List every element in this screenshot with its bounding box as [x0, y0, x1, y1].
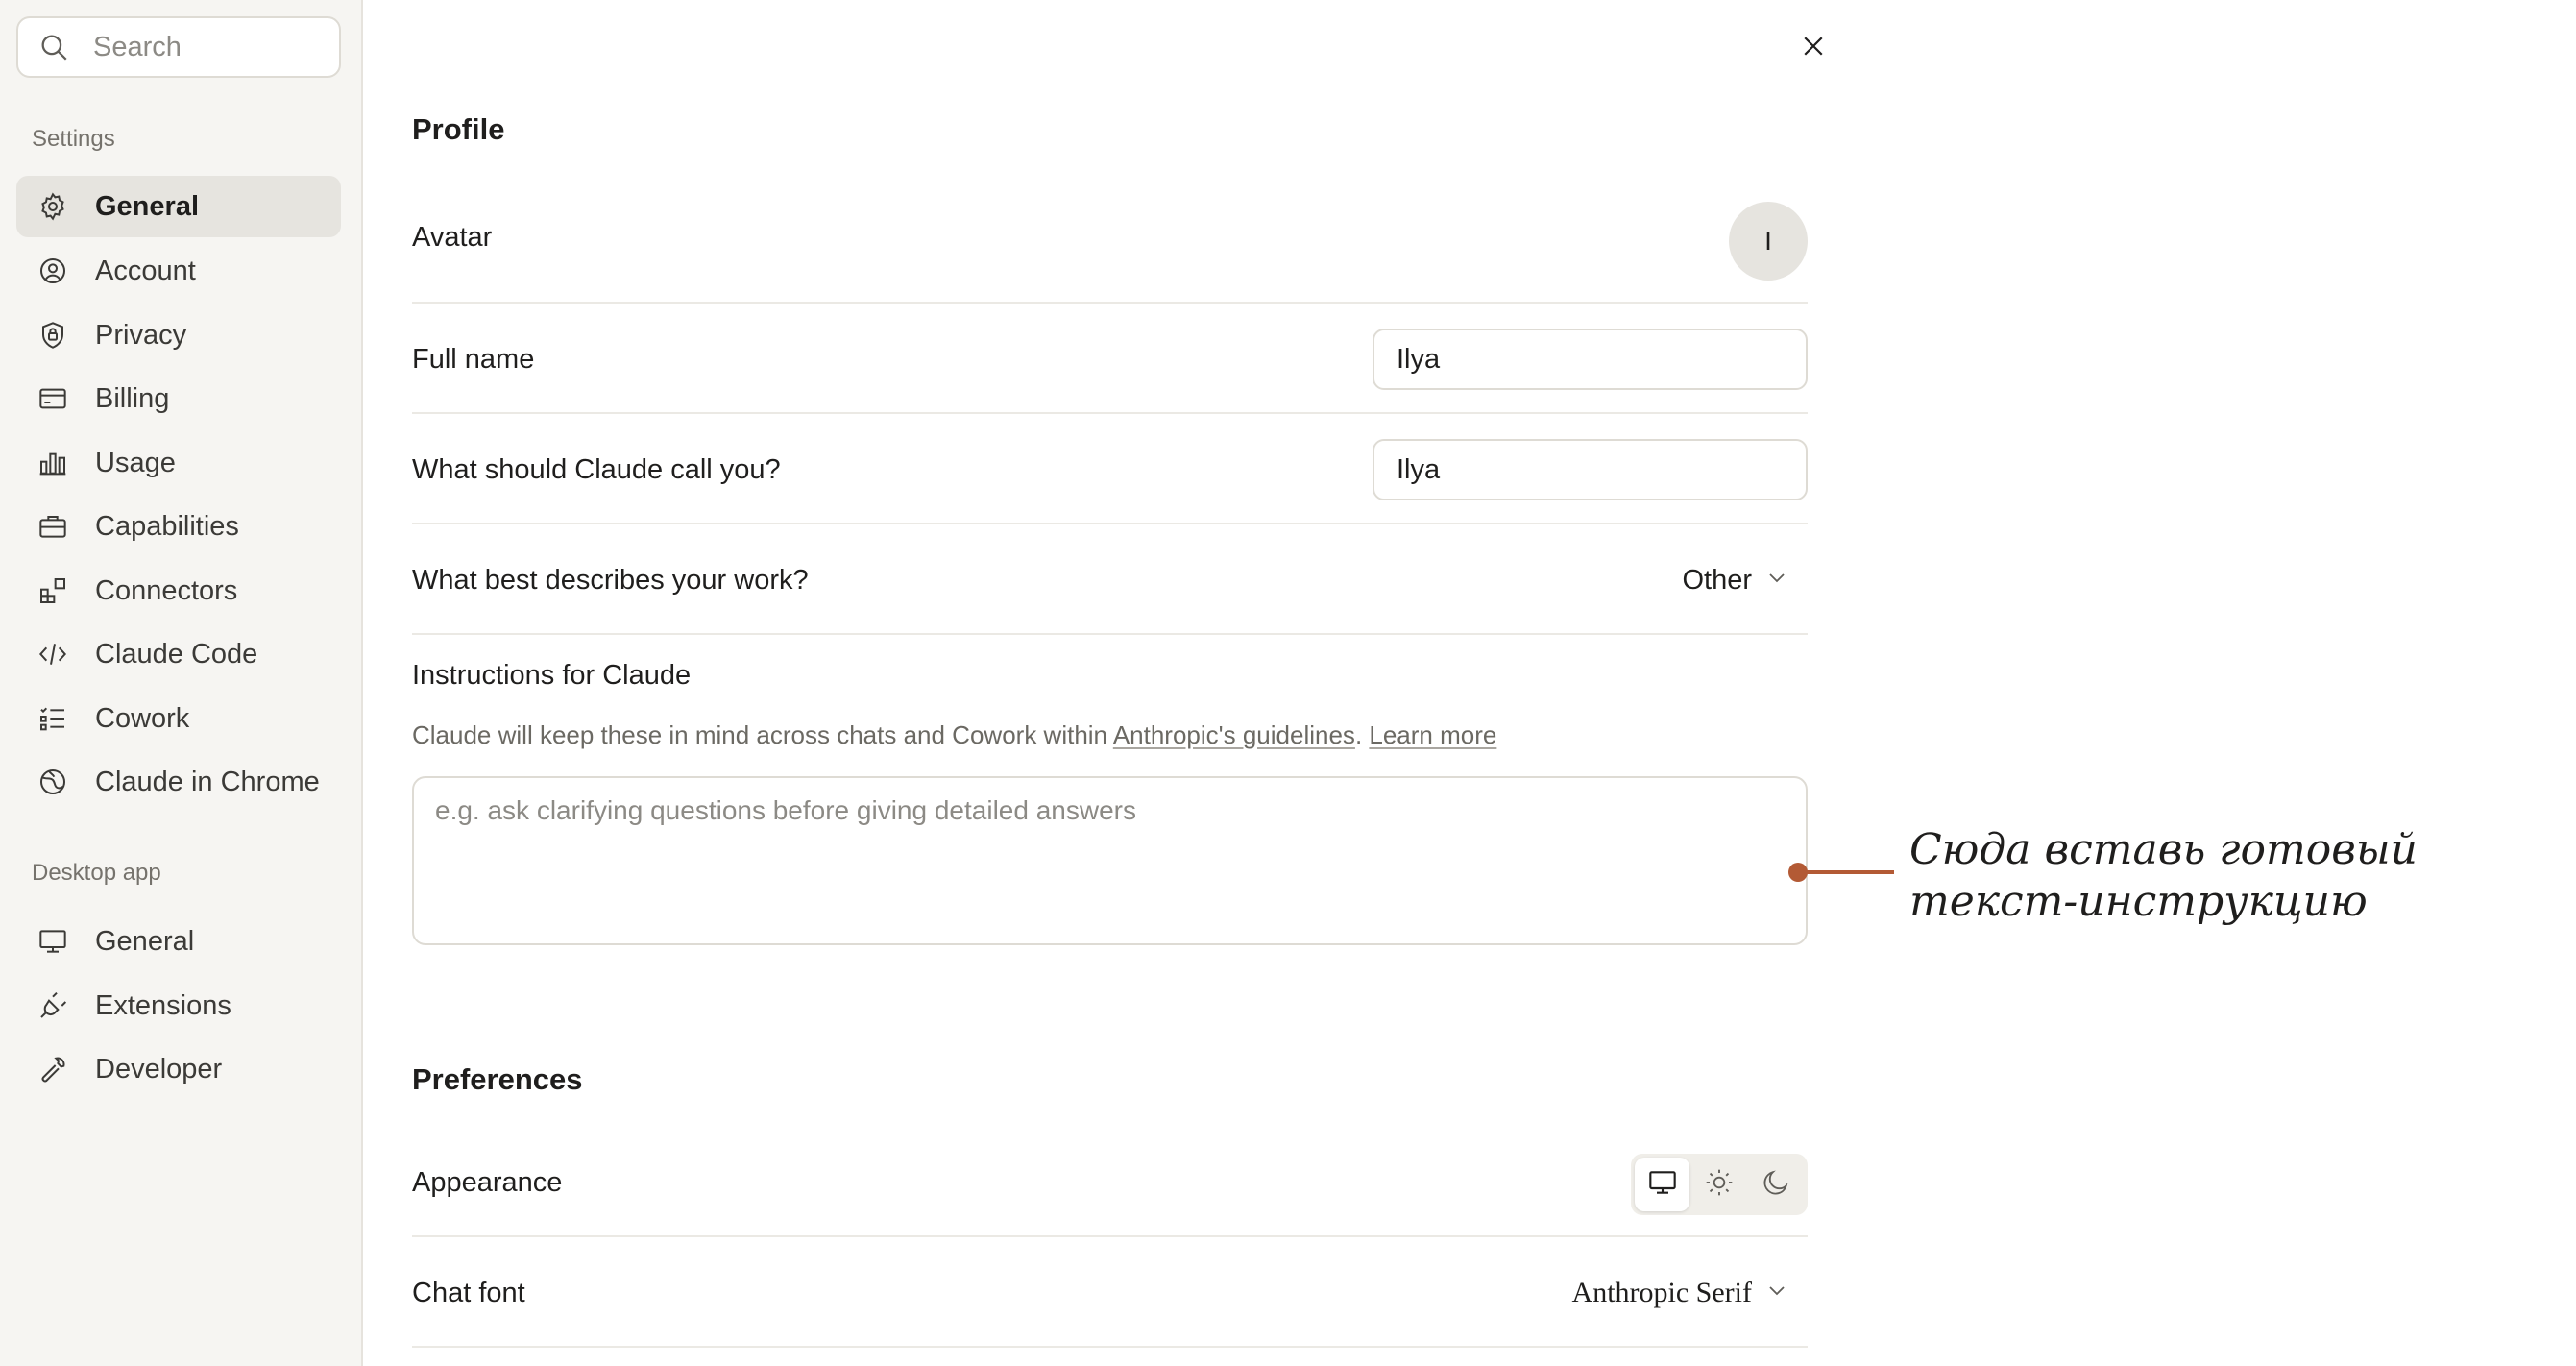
sidebar-item-account[interactable]: Account	[16, 240, 341, 302]
sidebar-item-label: Account	[95, 255, 196, 286]
annotation-connector	[1806, 870, 1894, 874]
sidebar-item-label: General	[95, 190, 199, 222]
call-you-row: What should Claude call you?	[412, 414, 1808, 524]
sidebar-item-claude-code[interactable]: Claude Code	[16, 623, 341, 685]
sidebar-item-label: Connectors	[95, 574, 238, 606]
sidebar: Settings General Account Privacy Billing	[0, 0, 363, 1366]
sun-icon	[1704, 1167, 1735, 1203]
briefcase-icon	[34, 507, 72, 546]
sidebar-item-desktop-general[interactable]: General	[16, 911, 341, 972]
credit-card-icon	[34, 379, 72, 418]
monitor-icon	[1647, 1167, 1678, 1203]
checklist-icon	[34, 699, 72, 738]
learn-more-link[interactable]: Learn more	[1369, 720, 1496, 749]
annotation-line-2: текст-инструкцию	[1909, 877, 2368, 926]
sidebar-item-capabilities[interactable]: Capabilities	[16, 496, 341, 557]
sidebar-item-label: Extensions	[95, 989, 231, 1021]
search-icon	[34, 27, 74, 67]
work-dropdown-value: Other	[1682, 565, 1752, 596]
instructions-desc-sep: .	[1354, 720, 1370, 749]
avatar-label: Avatar	[412, 222, 493, 253]
sidebar-item-connectors[interactable]: Connectors	[16, 560, 341, 622]
guidelines-link[interactable]: Anthropic's guidelines	[1113, 720, 1355, 749]
user-circle-icon	[34, 252, 72, 290]
search-input[interactable]	[93, 31, 324, 63]
code-icon	[34, 635, 72, 673]
appearance-light-option[interactable]	[1691, 1158, 1746, 1211]
sidebar-item-label: Developer	[95, 1053, 223, 1085]
work-label: What best describes your work?	[412, 565, 809, 596]
appearance-system-option[interactable]	[1635, 1158, 1690, 1211]
instructions-desc-text: Claude will keep these in mind across ch…	[412, 720, 1113, 749]
sidebar-item-label: Privacy	[95, 319, 187, 351]
chat-font-row: Chat font Anthropic Serif	[412, 1237, 1808, 1348]
chat-font-dropdown[interactable]: Anthropic Serif	[1572, 1277, 1788, 1309]
chevron-down-icon	[1765, 1277, 1788, 1309]
sidebar-item-label: Cowork	[95, 702, 190, 734]
plug-icon	[34, 987, 72, 1025]
avatar-initial: I	[1764, 226, 1772, 256]
globe-icon	[34, 763, 72, 801]
chat-font-value: Anthropic Serif	[1571, 1277, 1752, 1308]
instructions-title: Instructions for Claude	[412, 660, 692, 691]
annotation-line-1: Сюда вставь готовый	[1909, 825, 2418, 874]
sidebar-item-label: Claude in Chrome	[95, 766, 320, 797]
settings-section-label: Settings	[32, 126, 115, 152]
appearance-dark-option[interactable]	[1749, 1158, 1804, 1211]
instructions-textarea[interactable]	[412, 776, 1808, 945]
moon-icon	[1761, 1167, 1791, 1203]
gear-icon	[34, 187, 72, 226]
sidebar-item-general[interactable]: General	[16, 176, 341, 237]
sidebar-item-billing[interactable]: Billing	[16, 368, 341, 429]
sidebar-item-label: Billing	[95, 382, 170, 414]
close-button[interactable]	[1786, 21, 1840, 75]
appearance-toggle[interactable]	[1631, 1154, 1808, 1215]
full-name-row: Full name	[412, 304, 1808, 414]
bar-chart-icon	[34, 444, 72, 482]
chat-font-label: Chat font	[412, 1278, 525, 1308]
sidebar-item-label: General	[95, 925, 195, 957]
work-row: What best describes your work? Other	[412, 524, 1808, 635]
appearance-label: Appearance	[412, 1167, 563, 1198]
profile-title: Profile	[412, 112, 505, 146]
avatar-row: Avatar I	[412, 187, 1808, 304]
sidebar-item-claude-in-chrome[interactable]: Claude in Chrome	[16, 751, 341, 813]
settings-window: Settings General Account Privacy Billing	[0, 0, 2576, 1366]
sidebar-item-developer[interactable]: Developer	[16, 1038, 341, 1100]
sidebar-item-label: Claude Code	[95, 638, 258, 670]
settings-main: Profile Avatar I Full name What should C…	[365, 0, 2576, 1366]
sidebar-item-privacy[interactable]: Privacy	[16, 305, 341, 366]
close-icon	[1799, 32, 1828, 65]
monitor-icon	[34, 922, 72, 961]
sidebar-item-extensions[interactable]: Extensions	[16, 975, 341, 1037]
preferences-title: Preferences	[412, 1062, 583, 1096]
instructions-description: Claude will keep these in mind across ch…	[412, 720, 1496, 750]
shield-lock-icon	[34, 316, 72, 354]
work-dropdown[interactable]: Other	[1682, 565, 1788, 597]
wrench-icon	[34, 1050, 72, 1088]
blocks-icon	[34, 572, 72, 610]
sidebar-item-label: Usage	[95, 447, 176, 478]
sidebar-item-label: Capabilities	[95, 510, 239, 542]
sidebar-item-usage[interactable]: Usage	[16, 432, 341, 494]
chevron-down-icon	[1765, 565, 1788, 597]
full-name-label: Full name	[412, 344, 535, 375]
avatar[interactable]: I	[1729, 202, 1808, 281]
call-you-label: What should Claude call you?	[412, 454, 781, 485]
full-name-input[interactable]	[1373, 329, 1808, 390]
sidebar-item-cowork[interactable]: Cowork	[16, 688, 341, 749]
search-box[interactable]	[16, 16, 341, 78]
appearance-row: Appearance	[412, 1136, 1808, 1237]
desktop-section-label: Desktop app	[32, 860, 161, 886]
annotation-dot	[1788, 863, 1808, 882]
annotation-text: Сюда вставь готовый текст-инструкцию	[1909, 824, 2524, 928]
call-you-input[interactable]	[1373, 439, 1808, 500]
